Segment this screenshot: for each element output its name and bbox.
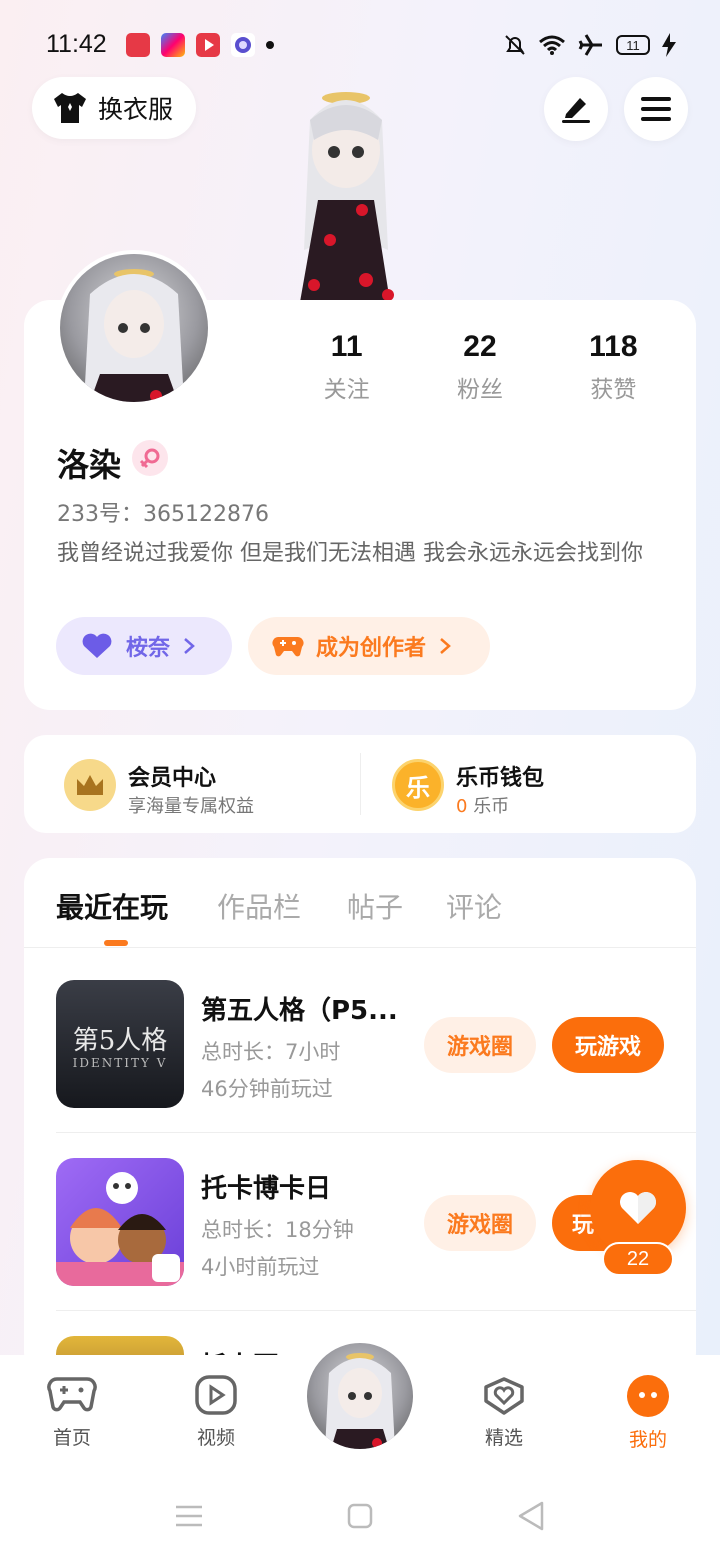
nav-home-label: 首页 — [52, 1427, 91, 1449]
menu-icon — [641, 97, 671, 121]
member-card: 会员中心 享海量专属权益 乐 乐币钱包 0 乐币 — [24, 735, 696, 833]
notification-dot — [266, 41, 274, 49]
game-title: 第五人格（P5... — [201, 996, 398, 1026]
nav-me-label: 我的 — [628, 1429, 667, 1451]
home-system-icon[interactable] — [346, 1495, 376, 1535]
back-icon[interactable] — [516, 1495, 546, 1535]
gamepad-icon — [272, 637, 304, 657]
nav-center-avatar[interactable] — [304, 1340, 416, 1452]
recents-icon[interactable] — [174, 1495, 204, 1535]
mute-bell-icon — [505, 35, 525, 55]
female-gender-icon — [132, 440, 168, 476]
game-thumbnail — [56, 1158, 184, 1286]
user-bio: 我曾经说过我爱你 但是我们无法相遇 我会永远永远会找到你 — [57, 541, 643, 566]
content-card: 最近在玩 作品栏 帖子 评论 第5人格 IDENTITY V 第五人格（P5..… — [24, 858, 696, 1378]
crown-icon — [64, 759, 116, 811]
username: 洛染 — [57, 446, 122, 484]
chevron-right-icon — [184, 638, 195, 654]
airplane-icon — [578, 34, 602, 56]
game-thumbnail: 第5人格 IDENTITY V — [56, 980, 184, 1108]
nav-featured-label: 精选 — [484, 1427, 523, 1449]
game-circle-button[interactable]: 游戏圈 — [424, 1195, 536, 1251]
menu-button[interactable] — [624, 77, 688, 141]
nav-me[interactable]: 我的 — [603, 1375, 693, 1452]
nav-featured[interactable]: 精选 — [459, 1375, 549, 1450]
nav-video[interactable]: 视频 — [171, 1375, 261, 1450]
edit-button[interactable] — [544, 77, 608, 141]
profile-tabs: 最近在玩 作品栏 帖子 评论 — [24, 858, 696, 948]
status-time: 11:42 — [46, 30, 107, 58]
creator-label: 成为创作者 — [316, 636, 427, 661]
coin-icon: 乐 — [392, 759, 444, 811]
following-label: 关注 — [323, 377, 370, 403]
following-count: 11 — [330, 330, 363, 363]
divider — [56, 1310, 696, 1311]
heart-badge-icon — [82, 633, 112, 658]
likes-label: 获赞 — [590, 377, 637, 403]
wallet-amount: 0 — [456, 796, 468, 817]
wallet-title: 乐币钱包 — [456, 766, 545, 791]
tab-recently-played[interactable]: 最近在玩 — [56, 886, 168, 926]
wardrobe-label: 换衣服 — [98, 95, 174, 124]
fans-count: 22 — [463, 330, 497, 363]
gamepad-icon — [47, 1377, 97, 1412]
game-duration: 总时长：7小时 — [201, 1040, 341, 1064]
chat-app-icon — [231, 33, 255, 57]
nav-video-label: 视频 — [196, 1427, 235, 1449]
battery-icon: 11 — [616, 35, 650, 55]
tshirt-icon — [54, 93, 86, 123]
heart-chat-icon — [484, 1377, 524, 1415]
heart-icon — [620, 1192, 656, 1224]
tab-posts[interactable]: 帖子 — [347, 886, 403, 926]
become-creator-pill[interactable]: 成为创作者 — [248, 617, 490, 675]
school-pill[interactable]: 桉奈 — [56, 617, 232, 675]
likes-count: 118 — [589, 330, 638, 363]
wardrobe-button[interactable]: 换衣服 — [32, 77, 196, 139]
thumb-subtitle: IDENTITY V — [72, 1056, 168, 1070]
following-stat[interactable]: 11 关注 — [280, 330, 413, 404]
video-app-icon — [196, 33, 220, 57]
tab-works[interactable]: 作品栏 — [217, 886, 301, 926]
profile-stats: 11 关注 22 粉丝 118 获赞 — [280, 330, 680, 404]
wallet-unit: 乐币 — [473, 796, 510, 817]
screen-record-icon — [126, 33, 150, 57]
edit-pen-icon — [562, 98, 590, 123]
vip-subtitle: 享海量专属权益 — [128, 796, 254, 817]
user-id[interactable]: 233号：365122876 — [57, 496, 269, 528]
video-icon — [195, 1375, 237, 1415]
game-last-played: 4小时前玩过 — [201, 1255, 320, 1279]
school-label: 桉奈 — [126, 636, 171, 661]
game-circle-button[interactable]: 游戏圈 — [424, 1017, 536, 1073]
profile-face-icon — [627, 1375, 669, 1417]
game-last-played: 46分钟前玩过 — [201, 1077, 333, 1101]
vip-title: 会员中心 — [128, 766, 217, 791]
tab-indicator — [104, 940, 128, 946]
fans-label: 粉丝 — [456, 377, 503, 403]
game-duration: 总时长：18分钟 — [201, 1218, 354, 1242]
thumb-title: 第5人格 — [72, 1026, 168, 1056]
likes-stat[interactable]: 118 获赞 — [547, 330, 680, 404]
profile-avatar[interactable] — [56, 250, 212, 406]
game-title: 托卡博卡日 — [201, 1174, 332, 1204]
play-game-button[interactable]: 玩游戏 — [552, 1017, 664, 1073]
wifi-icon — [539, 35, 565, 55]
like-count: 22 — [602, 1242, 674, 1276]
nav-home[interactable]: 首页 — [27, 1375, 117, 1450]
divider — [56, 1132, 696, 1133]
tab-comments[interactable]: 评论 — [446, 886, 502, 926]
avatar-figure[interactable] — [270, 80, 415, 302]
divider — [360, 753, 361, 815]
fans-stat[interactable]: 22 粉丝 — [413, 330, 546, 404]
chevron-right-icon — [440, 638, 451, 654]
app-icon — [161, 33, 185, 57]
charging-icon — [662, 33, 676, 57]
